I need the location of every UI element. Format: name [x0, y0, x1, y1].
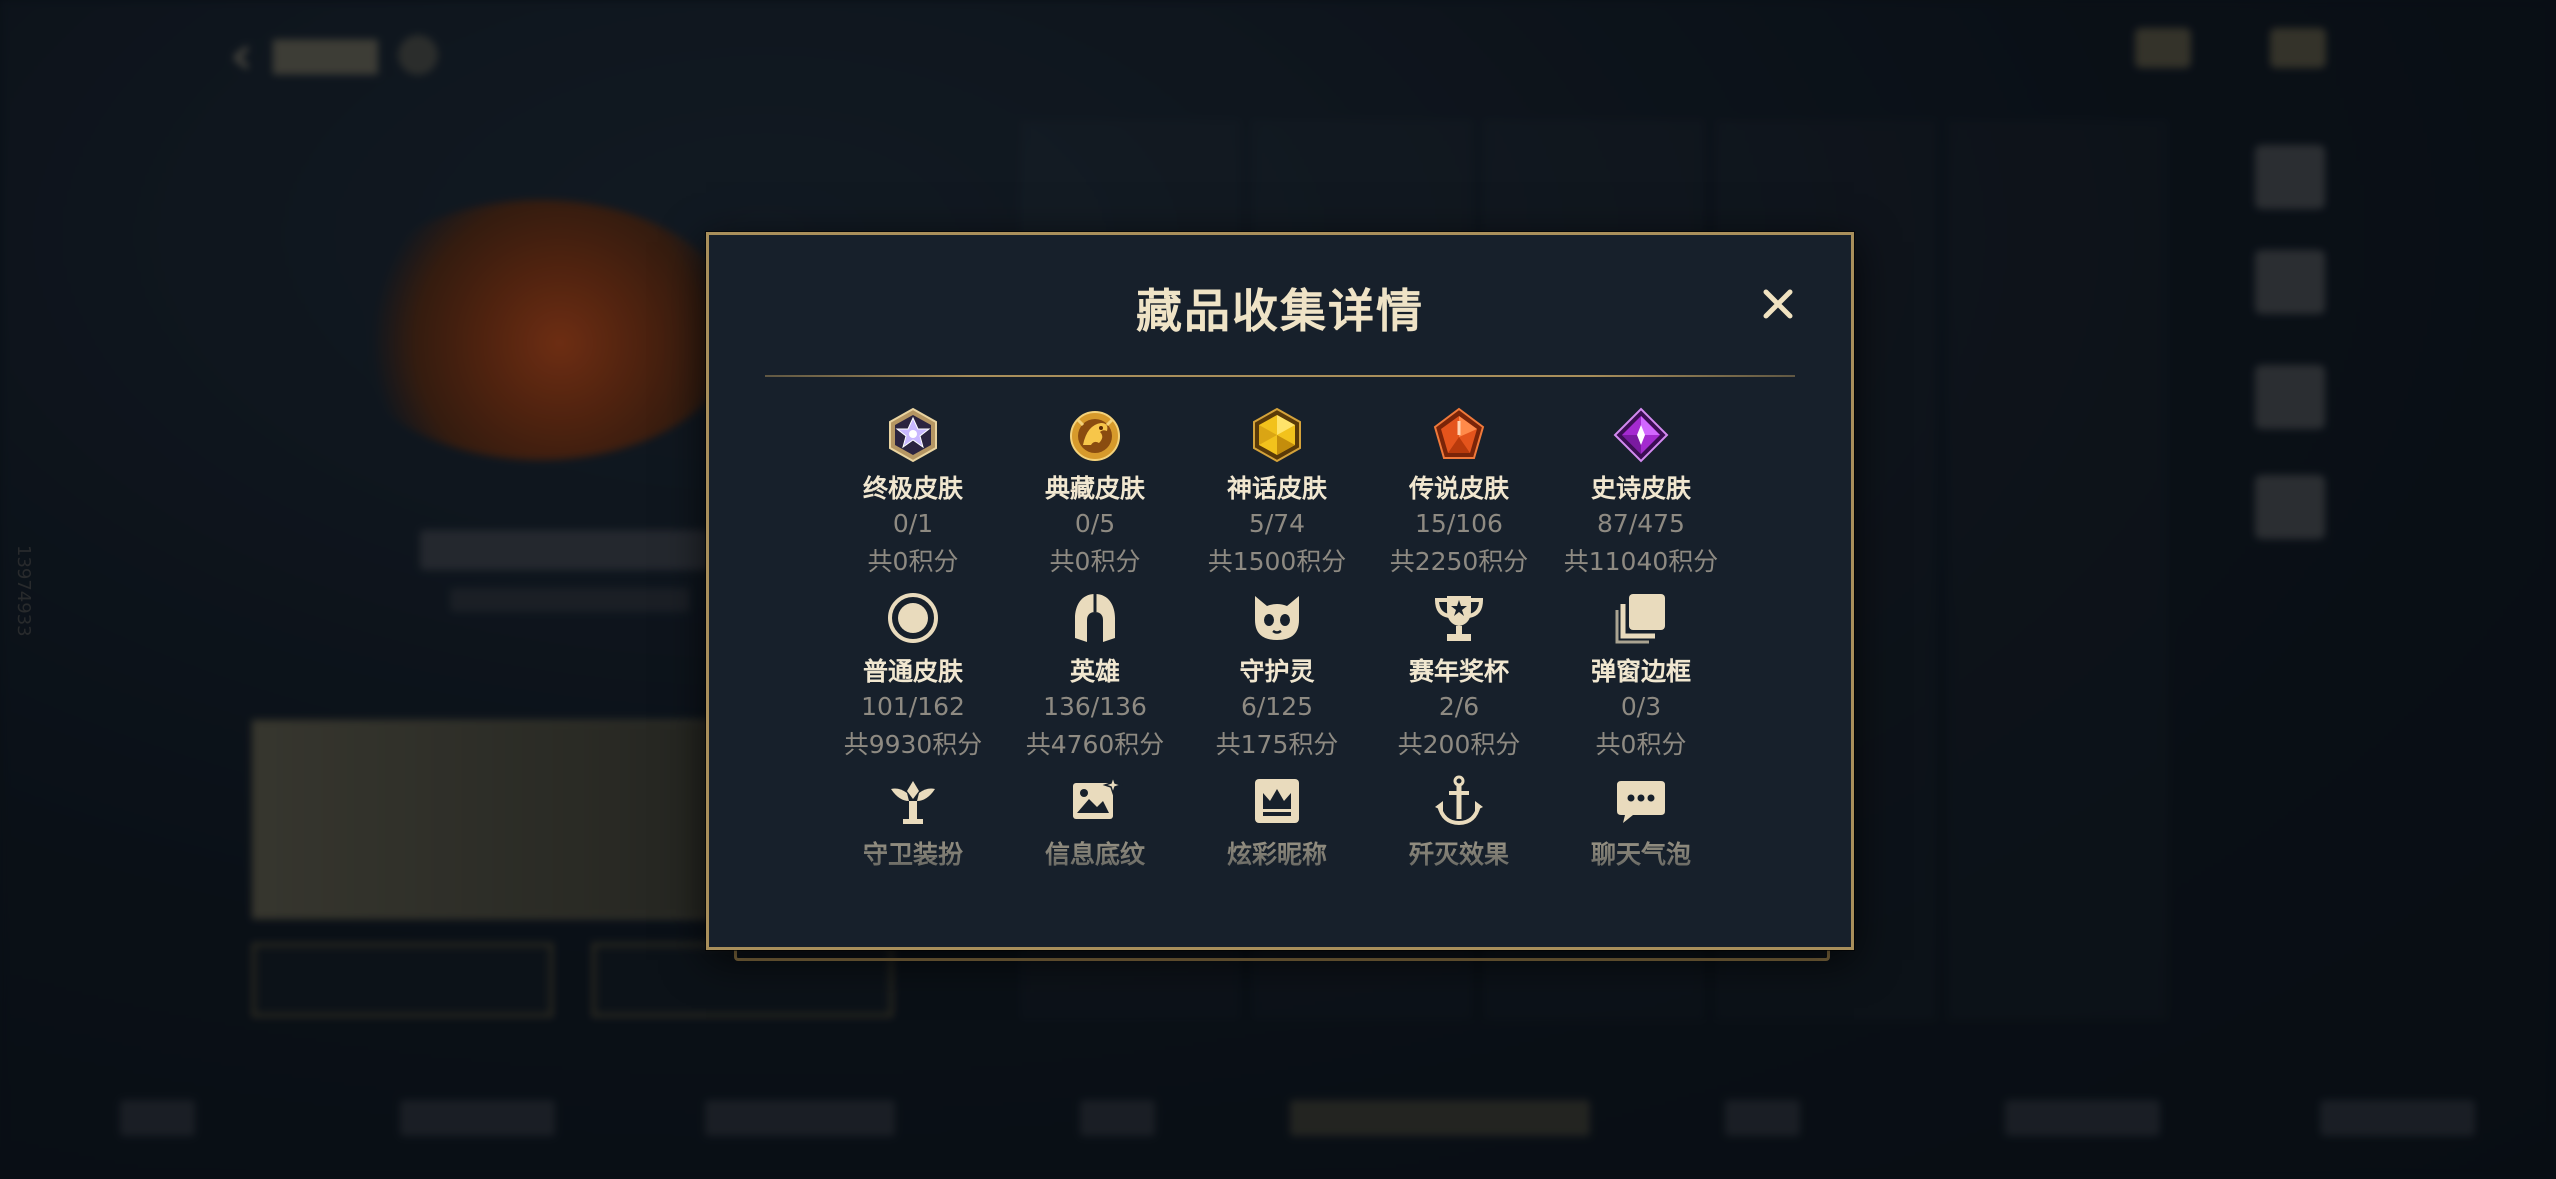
ring-icon [888, 593, 938, 643]
collection-item-ultimate-skin[interactable]: 终极皮肤 0/1 共0积分 [822, 407, 1004, 578]
collection-item-hero[interactable]: 英雄 136/136 共4760积分 [1004, 590, 1186, 761]
ultimate-gem-icon [889, 407, 937, 463]
crown-card-icon [1255, 779, 1299, 823]
orange-gem-icon [1433, 407, 1485, 459]
chat-bubble-icon [1617, 781, 1665, 823]
collection-item-info-background[interactable]: 信息底纹 [1004, 773, 1186, 871]
collection-item-normal-skin[interactable]: 普通皮肤 101/162 共9930积分 [822, 590, 1004, 761]
trophy-icon [1434, 596, 1484, 641]
gold-gem-icon [1253, 407, 1301, 463]
collection-item-mythic-skin[interactable]: 神话皮肤 5/74 共1500积分 [1186, 407, 1368, 578]
collection-item-popup-frame[interactable]: 弹窗边框 0/3 共0积分 [1550, 590, 1732, 761]
anchor-icon [1435, 775, 1483, 826]
dragon-medal-icon [1070, 411, 1120, 461]
collection-item-season-trophy[interactable]: 赛年奖杯 2/6 共200积分 [1368, 590, 1550, 761]
title-divider [765, 375, 1795, 377]
collection-item-chat-bubble[interactable]: 聊天气泡 [1550, 773, 1732, 871]
frames-icon [1615, 594, 1665, 644]
helmet-icon [1075, 594, 1115, 642]
collection-item-kill-effect[interactable]: 歼灭效果 [1368, 773, 1550, 871]
ward-icon [891, 781, 935, 824]
collection-item-epic-skin[interactable]: 史诗皮肤 87/475 共11040积分 [1550, 407, 1732, 578]
guardian-pet-icon [1255, 596, 1299, 640]
collection-item-ward-skin[interactable]: 守卫装扮 [822, 773, 1004, 871]
collection-item-guardian[interactable]: 守护灵 6/125 共175积分 [1186, 590, 1368, 761]
collection-item-collector-skin[interactable]: 典藏皮肤 0/5 共0积分 [1004, 407, 1186, 578]
close-button[interactable] [1753, 279, 1803, 329]
collection-item-legendary-skin[interactable]: 传说皮肤 15/106 共2250积分 [1368, 407, 1550, 578]
purple-gem-icon [1613, 407, 1669, 463]
picture-icon [1073, 774, 1123, 819]
close-icon [1763, 289, 1793, 319]
collection-item-colorful-nickname[interactable]: 炫彩昵称 [1186, 773, 1368, 871]
modal-title: 藏品收集详情 [1136, 284, 1424, 338]
collection-details-modal: 藏品收集详情 终极皮肤 0/1 共0积分 典藏皮肤 0/5 共0积分 神话皮肤 … [706, 232, 1854, 950]
